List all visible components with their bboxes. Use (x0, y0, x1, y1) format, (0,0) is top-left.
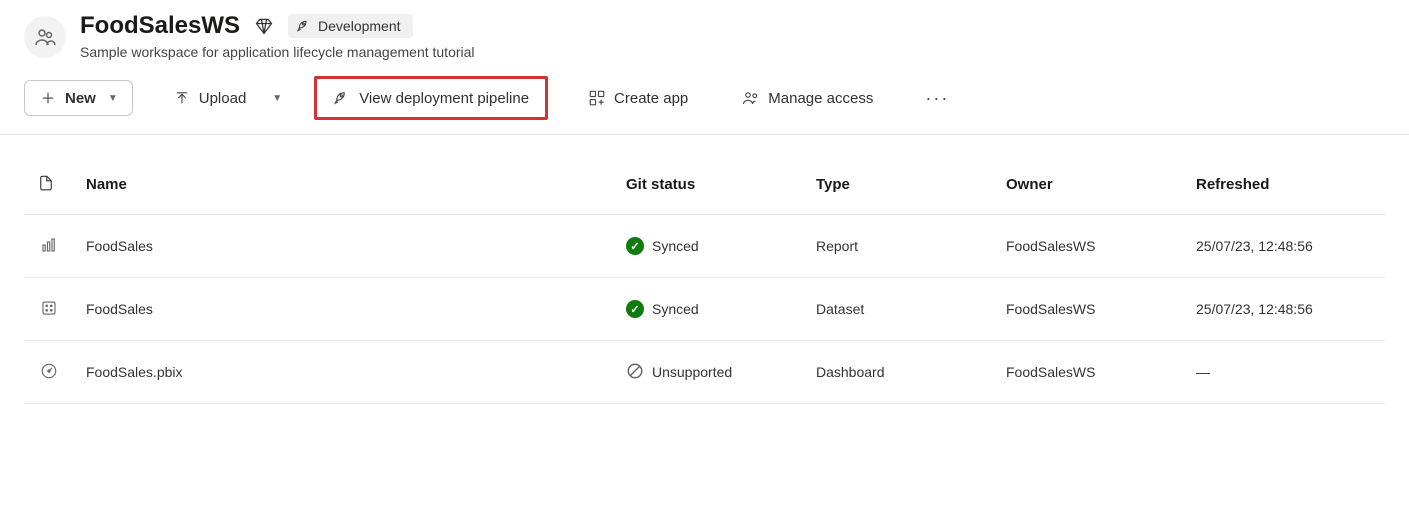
more-options-button[interactable]: ··· (913, 80, 961, 117)
view-deployment-pipeline-button[interactable]: View deployment pipeline (314, 76, 548, 120)
item-refreshed: 25/07/23, 12:48:56 (1184, 278, 1385, 341)
synced-status-icon (626, 300, 644, 318)
manage-access-button-label: Manage access (768, 90, 873, 107)
git-status-label: Synced (652, 238, 699, 254)
table-row[interactable]: FoodSales Synced Dataset FoodSalesWS 25/… (24, 278, 1385, 341)
upload-dropdown-button[interactable]: ▼ (262, 85, 288, 112)
item-name: FoodSales.pbix (74, 341, 614, 404)
workspace-avatar-icon (24, 16, 66, 58)
item-refreshed: — (1184, 341, 1385, 404)
upload-button-label: Upload (199, 90, 247, 107)
dashboard-icon (39, 361, 59, 381)
pipeline-button-label: View deployment pipeline (359, 90, 529, 107)
column-header-type[interactable]: Type (804, 155, 994, 215)
upload-button[interactable]: Upload (159, 81, 261, 115)
item-refreshed: 25/07/23, 12:48:56 (1184, 215, 1385, 278)
environment-badge[interactable]: Development (288, 14, 413, 38)
workspace-toolbar: New ▼ Upload ▼ View deployment pipeline … (0, 68, 1409, 135)
table-row[interactable]: FoodSales Synced Report FoodSalesWS 25/0… (24, 215, 1385, 278)
new-button-label: New (65, 90, 96, 107)
column-header-owner[interactable]: Owner (994, 155, 1184, 215)
item-type: Dataset (804, 278, 994, 341)
item-owner: FoodSalesWS (994, 341, 1184, 404)
create-app-button-label: Create app (614, 90, 688, 107)
manage-access-button[interactable]: Manage access (728, 81, 887, 115)
table-row[interactable]: FoodSales.pbix Unsupported Dashboard Foo… (24, 341, 1385, 404)
chevron-down-icon: ▼ (108, 93, 118, 104)
workspace-subtitle: Sample workspace for application lifecyc… (80, 44, 475, 60)
item-type: Report (804, 215, 994, 278)
item-name: FoodSales (74, 215, 614, 278)
git-status-label: Unsupported (652, 364, 732, 380)
environment-badge-label: Development (318, 18, 401, 34)
new-button[interactable]: New ▼ (24, 80, 133, 116)
dataset-icon (39, 298, 59, 318)
unsupported-status-icon (626, 362, 644, 383)
workspace-title: FoodSalesWS (80, 12, 240, 40)
synced-status-icon (626, 237, 644, 255)
item-type: Dashboard (804, 341, 994, 404)
chevron-down-icon: ▼ (272, 93, 282, 104)
create-app-button[interactable]: Create app (574, 81, 702, 115)
item-owner: FoodSalesWS (994, 278, 1184, 341)
file-icon (36, 173, 56, 193)
items-table: Name Git status Type Owner Refreshed Foo… (24, 155, 1385, 404)
column-header-refreshed[interactable]: Refreshed (1184, 155, 1385, 215)
git-status-label: Synced (652, 301, 699, 317)
column-header-name[interactable]: Name (74, 155, 614, 215)
item-owner: FoodSalesWS (994, 215, 1184, 278)
item-name: FoodSales (74, 278, 614, 341)
diamond-icon[interactable] (254, 16, 274, 36)
workspace-header: FoodSalesWS Development Sample workspace… (0, 0, 1409, 68)
report-icon (39, 235, 59, 255)
column-header-git[interactable]: Git status (614, 155, 804, 215)
